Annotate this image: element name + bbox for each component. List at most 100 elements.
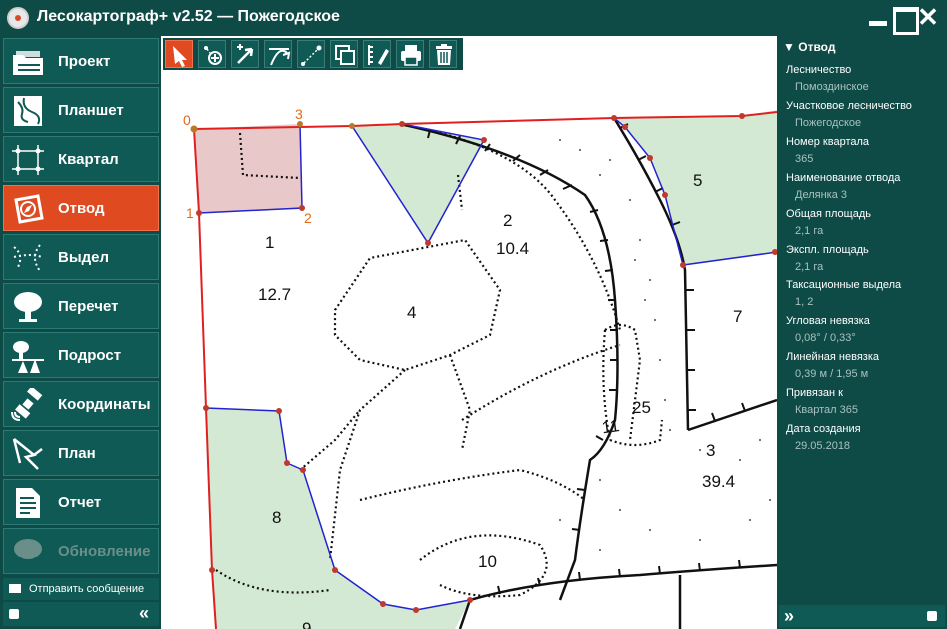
field-value: Пожегодское (795, 117, 862, 129)
edit-ruler-button[interactable] (363, 40, 391, 68)
compass-icon (14, 194, 44, 224)
field-value: 2,1 га (795, 225, 824, 237)
field-stands: Таксационные выдела 1, 2 (786, 278, 944, 309)
field-quarter-number: Номер квартала 365 (786, 135, 944, 166)
plan-icon (12, 438, 43, 470)
nav-label: План (58, 445, 96, 462)
satellite-icon (11, 388, 43, 421)
field-value: 0,08° / 0,33° (795, 332, 856, 344)
send-message-button[interactable]: Отправить сообщение (3, 578, 159, 600)
nav-item-tally[interactable]: Перечет (3, 283, 159, 329)
field-value: 0,39 м / 1,95 м (795, 368, 869, 380)
close-button[interactable]: ✕ (916, 4, 940, 30)
print-button[interactable] (396, 40, 424, 68)
stand-label-5: 5 (693, 171, 702, 190)
stand-label-11: 11 (601, 416, 621, 437)
field-label: Привязан к (786, 387, 843, 399)
stand-label-10: 10 (478, 552, 497, 571)
stand-label-25: 25 (632, 398, 651, 417)
map-canvas[interactable]: 0 3 1 2 1 12.7 2 10.4 3 39.4 4 5 7 8 9 1… (161, 36, 777, 629)
nav-item-quarter[interactable]: Квартал (3, 136, 159, 182)
nav-label: Отчет (58, 494, 102, 511)
stand-area-1: 12.7 (258, 285, 291, 304)
collapse-sidebar-button[interactable]: « (139, 604, 149, 622)
map-toolbar (163, 38, 463, 70)
dotted-area-icon (13, 244, 43, 272)
maximize-button[interactable] (891, 5, 919, 35)
sidebar: Проект Планшет Квартал Отвод Выдел Переч… (0, 36, 160, 629)
stand-label-2: 2 (503, 211, 512, 230)
panel-footer: » (779, 605, 945, 627)
nav-item-stand[interactable]: Выдел (3, 234, 159, 280)
measure-arc-icon (269, 48, 291, 66)
selected-plot[interactable] (194, 124, 302, 213)
minimize-button[interactable] (866, 5, 890, 29)
sidebar-footer: « (3, 602, 159, 626)
panel-title: Отвод (798, 40, 836, 54)
field-label: Общая площадь (786, 208, 871, 220)
field-linear-misclosure: Линейная невязка 0,39 м / 1,95 м (786, 350, 944, 381)
nav-item-tablet[interactable]: Планшет (3, 87, 159, 133)
nav-item-plan[interactable]: План (3, 430, 159, 476)
add-point-button[interactable] (198, 40, 226, 68)
stand-label-8: 8 (272, 508, 281, 527)
field-label: Лесничество (786, 64, 852, 76)
field-total-area: Общая площадь 2,1 га (786, 207, 944, 238)
field-label: Участковое лесничество (786, 100, 912, 112)
select-tool-button[interactable] (165, 40, 193, 68)
field-value: 29.05.2018 (795, 440, 851, 452)
field-label: Линейная невязка (786, 351, 879, 363)
field-forestry: Лесничество Помоздинское (786, 63, 944, 94)
nav-label: Координаты (58, 396, 151, 413)
point-label-3: 3 (295, 106, 303, 122)
panel-header[interactable]: ▼ Отвод (783, 40, 835, 54)
field-value: 2,1 га (795, 261, 824, 273)
select-arrow-icon (173, 46, 187, 67)
square-button[interactable] (9, 609, 19, 619)
stand-label-1: 1 (265, 233, 274, 252)
forest-map[interactable]: 0 3 1 2 1 12.7 2 10.4 3 39.4 4 5 7 8 9 1… (161, 36, 777, 629)
nav-item-undergrowth[interactable]: Подрост (3, 332, 159, 378)
nav-item-update: Обновление (3, 528, 159, 574)
add-point-icon (204, 46, 222, 65)
delete-button[interactable] (429, 40, 457, 68)
stand-label-4: 4 (407, 303, 416, 322)
nav-label: Обновление (58, 543, 151, 560)
plot-green-top[interactable] (352, 124, 484, 243)
nav-item-allotment[interactable]: Отвод (3, 185, 159, 231)
copy-button[interactable] (330, 40, 358, 68)
copy-icon (335, 45, 355, 65)
nav-item-project[interactable]: Проект (3, 38, 159, 84)
window-title: Лесокартограф+ v2.52 — Пожегодское (37, 8, 340, 25)
stand-label-3: 3 (706, 441, 715, 460)
quarter-grid-icon (12, 145, 44, 175)
properties-panel: ▼ Отвод Лесничество Помоздинское Участко… (779, 36, 945, 605)
nav-label: Проект (58, 53, 111, 70)
draw-line-button[interactable] (297, 40, 325, 68)
nav-item-coordinates[interactable]: Координаты (3, 381, 159, 427)
measure-arc-button[interactable] (264, 40, 292, 68)
field-allotment-name: Наименование отвода Делянка 3 (786, 171, 944, 202)
tree-icon (14, 292, 42, 322)
move-point-button[interactable] (231, 40, 259, 68)
stand-area-2: 10.4 (496, 239, 529, 258)
stand-label-9: 9 (302, 619, 311, 629)
expand-panel-button[interactable]: » (784, 607, 794, 625)
square-button[interactable] (927, 611, 937, 621)
field-label: Номер квартала (786, 136, 870, 148)
draw-line-icon (301, 45, 322, 66)
plot-8[interactable] (206, 408, 470, 629)
move-point-icon (237, 44, 254, 64)
collapse-triangle-icon: ▼ (783, 40, 795, 54)
nav-item-report[interactable]: Отчет (3, 479, 159, 525)
field-created-date: Дата создания 29.05.2018 (786, 422, 944, 453)
delete-icon (436, 44, 452, 65)
nav-label: Квартал (58, 151, 119, 168)
nav-label: Перечет (58, 298, 119, 315)
nav-label: Выдел (58, 249, 110, 266)
nav-label: Отвод (58, 200, 105, 217)
young-trees-icon (12, 341, 44, 373)
field-label: Таксационные выдела (786, 279, 902, 291)
point-label-1: 1 (186, 205, 194, 221)
nav-label: Планшет (58, 102, 124, 119)
